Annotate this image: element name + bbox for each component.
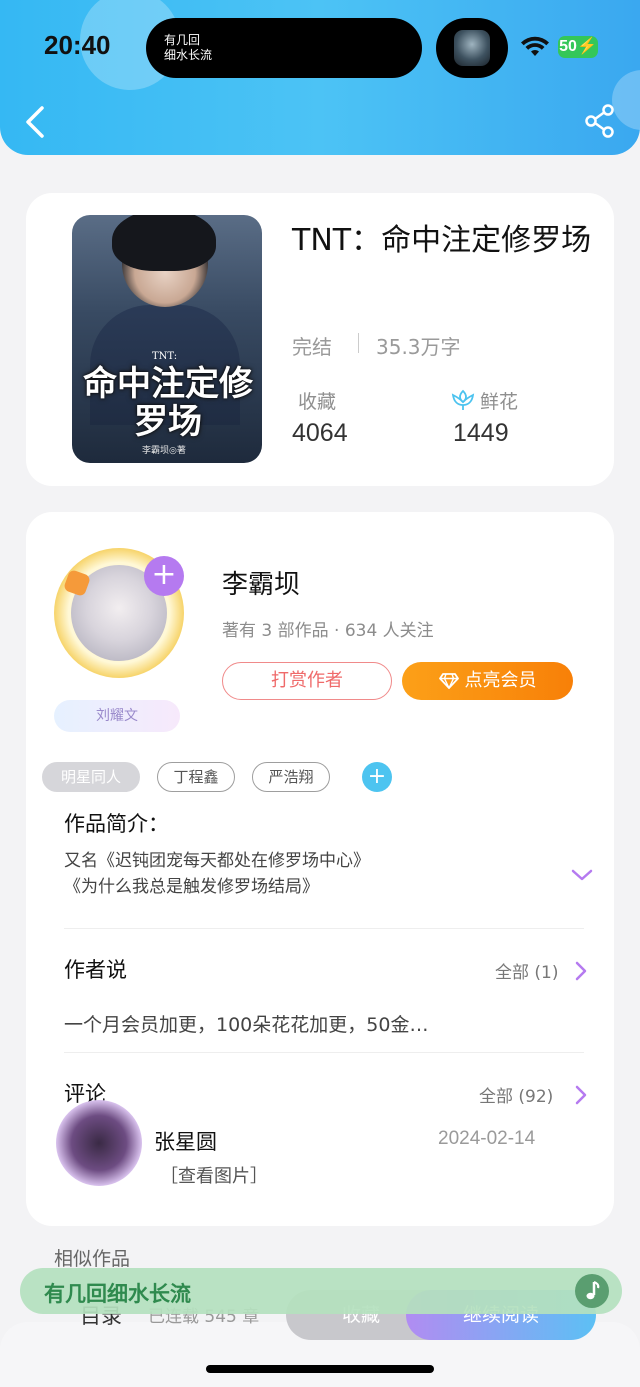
cover-title: 命中注定修罗场 — [83, 364, 253, 442]
collect-label: 收藏 — [298, 391, 337, 413]
chevron-right-icon[interactable] — [574, 1084, 588, 1106]
music-note-glyph — [586, 1280, 600, 1300]
music-note-icon[interactable] — [575, 1274, 609, 1308]
wifi-icon — [521, 36, 549, 56]
flower-icon — [451, 389, 475, 410]
follow-author-button[interactable]: + — [144, 556, 184, 596]
island-line2: 细水长流 — [164, 48, 213, 62]
intro-line: 《为什么我总是触发修罗场结局》 — [64, 877, 319, 897]
comment-date: 2024-02-14 — [438, 1128, 536, 1149]
intro-text: 又名《迟钝团宠每天都处在修罗场中心》 《为什么我总是触发修罗场结局》 — [64, 848, 370, 900]
author-say-more-link[interactable]: 全部 (1) — [495, 958, 558, 983]
tag-character[interactable]: 严浩翔 — [252, 762, 330, 792]
book-info-card: TNT: 命中注定修罗场 李霸坝◎著 TNT：命中注定修罗场 完结 35.3万字… — [26, 193, 614, 486]
author-detail-card: + 刘耀文 李霸坝 著有 3 部作品 · 634 人关注 打赏作者 点亮会员 明… — [26, 512, 614, 1226]
battery-indicator: 50⚡ — [558, 36, 598, 58]
cover-figure-hair — [112, 215, 216, 271]
commenter-name[interactable]: 张星圆 — [154, 1126, 217, 1156]
battery-level: 50 — [559, 38, 577, 55]
flower-label: 鲜花 — [480, 391, 519, 413]
comments-more-link[interactable]: 全部 (92) — [479, 1082, 553, 1107]
diamond-icon — [438, 673, 459, 689]
author-name[interactable]: 李霸坝 — [222, 564, 300, 601]
book-cover[interactable]: TNT: 命中注定修罗场 李霸坝◎著 — [72, 215, 262, 463]
commenter-avatar[interactable] — [56, 1100, 142, 1186]
cover-author: 李霸坝◎著 — [142, 446, 186, 456]
reward-author-button[interactable]: 打赏作者 — [222, 662, 392, 700]
chevron-right-icon[interactable] — [574, 960, 588, 982]
word-count: 35.3万字 — [376, 335, 461, 359]
intro-title: 作品简介： — [64, 812, 169, 836]
section-divider — [64, 1052, 584, 1053]
section-divider — [64, 928, 584, 929]
activate-vip-button[interactable]: 点亮会员 — [402, 662, 573, 700]
header-bar: 20:40 有几回 细水长流 50⚡ — [0, 0, 640, 155]
tag-category[interactable]: 明星同人 — [42, 762, 140, 792]
tag-character[interactable]: 丁程鑫 — [157, 762, 235, 792]
album-thumb — [454, 30, 490, 66]
charging-icon: ⚡ — [576, 38, 597, 55]
book-title: TNT：命中注定修罗场 — [292, 223, 592, 258]
vip-button-label: 点亮会员 — [464, 670, 537, 691]
avatar-badge: 刘耀文 — [54, 700, 180, 732]
collect-count: 4064 — [292, 419, 348, 447]
dynamic-island-camera — [436, 18, 508, 78]
flower-count: 1449 — [453, 419, 509, 447]
author-meta: 著有 3 部作品 · 634 人关注 — [222, 621, 434, 641]
cover-tag: TNT: — [152, 351, 178, 362]
add-tag-button[interactable]: + — [362, 762, 392, 792]
island-line1: 有几回 — [164, 33, 201, 47]
status-divider — [358, 333, 359, 353]
status-time: 20:40 — [44, 30, 111, 60]
share-icon[interactable] — [584, 104, 616, 138]
home-indicator[interactable] — [206, 1365, 434, 1373]
intro-line: 又名《迟钝团宠每天都处在修罗场中心》 — [64, 851, 370, 871]
comment-text[interactable]: ［查看图片］ — [160, 1162, 268, 1188]
chevron-down-icon[interactable] — [571, 868, 593, 882]
author-say-text[interactable]: 一个月会员加更，100朵花花加更，50金… — [64, 1010, 428, 1037]
back-arrow-icon[interactable] — [22, 104, 50, 140]
similar-works-title: 相似作品 — [54, 1248, 131, 1270]
music-title: 有几回细水长流 — [44, 1282, 191, 1306]
floating-music-bar[interactable]: 有几回细水长流 — [20, 1268, 622, 1314]
author-say-title: 作者说 — [64, 958, 127, 982]
book-status: 完结 — [292, 335, 332, 359]
decor-bubble — [612, 70, 640, 130]
dynamic-island-music[interactable]: 有几回 细水长流 — [146, 18, 422, 78]
